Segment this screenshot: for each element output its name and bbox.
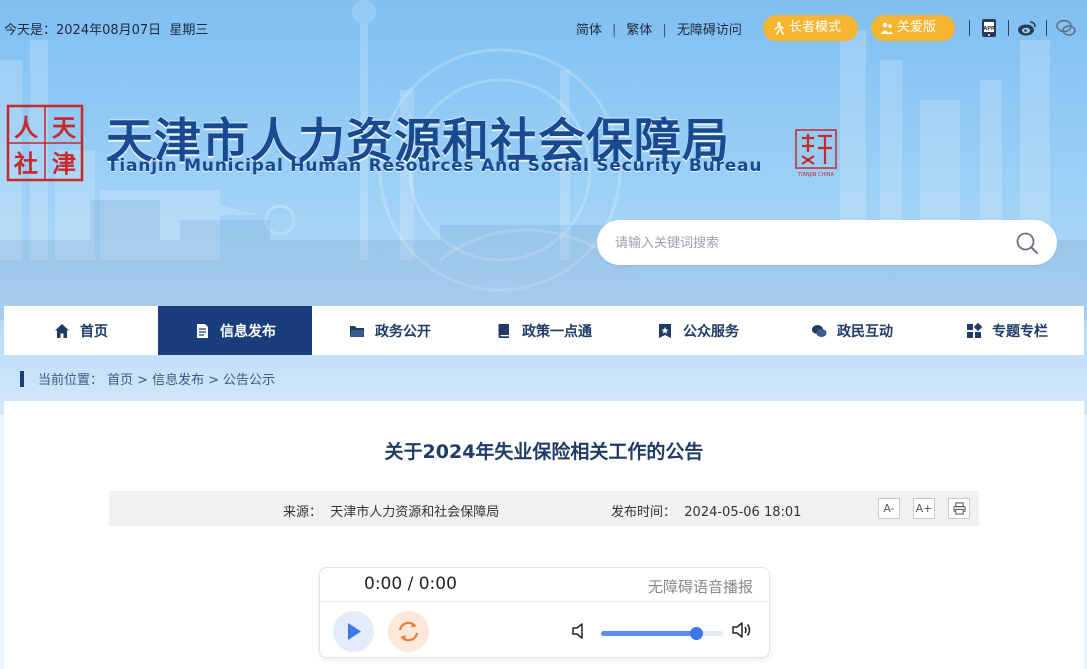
- nav-label: 政务公开: [375, 323, 431, 340]
- source-label: 来源：: [283, 505, 323, 520]
- loop-icon: [398, 621, 419, 642]
- volume-mute-icon[interactable]: [571, 622, 587, 640]
- loop-button[interactable]: [388, 611, 429, 652]
- nav-item-info-release[interactable]: 信息发布: [158, 306, 312, 355]
- nav-item-gov-affairs[interactable]: 政务公开: [313, 306, 467, 355]
- simplified-chinese-link[interactable]: 简体: [576, 23, 602, 38]
- care-people-icon: [881, 22, 893, 34]
- breadcrumb-link-announcements[interactable]: 公告公示: [223, 373, 275, 388]
- article-meta-bar: 来源： 天津市人力资源和社会保障局 发布时间： 2024-05-06 18:01…: [109, 491, 979, 526]
- care-version-button[interactable]: 关爱版: [871, 15, 955, 41]
- elder-walking-icon: [774, 21, 784, 35]
- font-decrease-label: A-: [883, 502, 895, 515]
- city-seal-caption: TIANJIN CHINA: [797, 172, 834, 178]
- nav-label: 信息发布: [220, 323, 276, 340]
- wechat-icon[interactable]: [1056, 18, 1076, 38]
- divider: [320, 601, 769, 602]
- time-label: 发布时间：: [611, 505, 677, 520]
- document-icon: [197, 323, 208, 338]
- star-badge-icon: [659, 323, 671, 338]
- chat-icon: [812, 324, 827, 337]
- font-decrease-button[interactable]: A-: [878, 498, 900, 519]
- bureau-seal-logo: 人 天 社 津: [6, 104, 84, 182]
- article-title: 关于2024年失业保险相关工作的公告: [384, 441, 704, 463]
- language-switcher: 简体 | 繁体 | 无障碍访问: [576, 19, 742, 38]
- audio-player: 0:00 / 0:00 无障碍语音播报: [319, 567, 770, 658]
- print-button[interactable]: [948, 498, 970, 519]
- nav-label: 政民互动: [837, 323, 893, 340]
- separator: |: [662, 23, 667, 38]
- separator: [1046, 20, 1047, 36]
- folder-icon: [350, 325, 365, 337]
- source-value: 天津市人力资源和社会保障局: [330, 505, 500, 520]
- volume-knob[interactable]: [689, 627, 703, 640]
- elder-mode-button[interactable]: 长者模式: [763, 15, 858, 41]
- separator: [969, 20, 970, 36]
- play-button[interactable]: [333, 611, 374, 652]
- traditional-chinese-link[interactable]: 繁体: [626, 23, 652, 38]
- volume-fill: [601, 631, 697, 636]
- top-utility-bar: 今天是：2024年08月07日 星期三 简体 | 繁体 | 无障碍访问 长者模式 关爱版…: [0, 14, 1087, 42]
- separator: |: [612, 23, 617, 38]
- weibo-icon[interactable]: [1017, 18, 1037, 38]
- play-icon: [348, 623, 361, 640]
- breadcrumb-link-info-release[interactable]: 信息发布: [152, 373, 204, 388]
- book-icon: [498, 323, 509, 338]
- seal-char: 人: [14, 114, 38, 142]
- site-subtitle: Tianjin Municipal Human Resources And So…: [107, 156, 763, 176]
- seal-char: 社: [14, 150, 38, 178]
- volume-slider[interactable]: [601, 627, 723, 640]
- date-prefix-label: 今天是：: [4, 23, 57, 38]
- seal-char: 津: [52, 150, 76, 178]
- audio-player-label: 无障碍语音播报: [647, 578, 753, 596]
- seal-char: 天: [52, 114, 76, 142]
- breadcrumb-prefix: 当前位置：: [38, 373, 104, 388]
- breadcrumb-separator: >: [208, 373, 219, 388]
- search-box: [597, 220, 1057, 265]
- main-navigation: 首页 信息发布 政务公开 政策一点通 公众服务 政民互动 专题专栏: [4, 306, 1084, 355]
- weekday-value: 星期三: [169, 23, 209, 38]
- nav-label: 专题专栏: [992, 323, 1048, 340]
- tianjin-city-seal: TIANJIN CHINA: [795, 129, 837, 178]
- accessible-access-link[interactable]: 无障碍访问: [677, 23, 742, 38]
- printer-icon: [952, 502, 966, 515]
- search-icon[interactable]: [1015, 231, 1039, 255]
- elder-mode-label: 长者模式: [789, 20, 842, 35]
- time-value: 2024-05-06 18:01: [684, 505, 802, 520]
- breadcrumb-marker: [20, 371, 24, 387]
- grid-icon: [967, 322, 982, 338]
- font-increase-button[interactable]: A+: [913, 498, 935, 519]
- separator: [1008, 20, 1009, 36]
- nav-item-policy[interactable]: 政策一点通: [467, 306, 621, 355]
- article-panel: 关于2024年失业保险相关工作的公告 来源： 天津市人力资源和社会保障局 发布时…: [4, 401, 1084, 669]
- date-value: 2024年08月07日: [56, 23, 162, 38]
- font-increase-label: A+: [915, 502, 933, 515]
- audio-time: 0:00 / 0:00: [364, 574, 457, 594]
- article-source: 来源： 天津市人力资源和社会保障局: [283, 501, 499, 520]
- breadcrumb-link-home[interactable]: 首页: [107, 373, 133, 388]
- nav-item-home[interactable]: 首页: [4, 306, 158, 355]
- nav-item-interaction[interactable]: 政民互动: [775, 306, 929, 355]
- nav-item-public-service[interactable]: 公众服务: [621, 306, 775, 355]
- article-publish-time: 发布时间： 2024-05-06 18:01: [611, 501, 801, 520]
- breadcrumb: 当前位置： 首页 > 信息发布 > 公告公示: [20, 369, 275, 388]
- nav-label: 公众服务: [683, 323, 739, 340]
- home-icon: [55, 323, 69, 338]
- nav-item-special-topics[interactable]: 专题专栏: [930, 306, 1084, 355]
- svg-text:APP: APP: [983, 26, 995, 32]
- care-version-label: 关爱版: [897, 20, 937, 35]
- volume-up-icon[interactable]: [731, 620, 753, 640]
- breadcrumb-separator: >: [137, 373, 149, 388]
- current-date: 今天是：2024年08月07日 星期三: [4, 19, 208, 38]
- nav-label: 政策一点通: [522, 323, 592, 340]
- app-icon[interactable]: APP: [979, 18, 999, 38]
- search-input[interactable]: [615, 232, 1005, 254]
- nav-label: 首页: [80, 323, 108, 340]
